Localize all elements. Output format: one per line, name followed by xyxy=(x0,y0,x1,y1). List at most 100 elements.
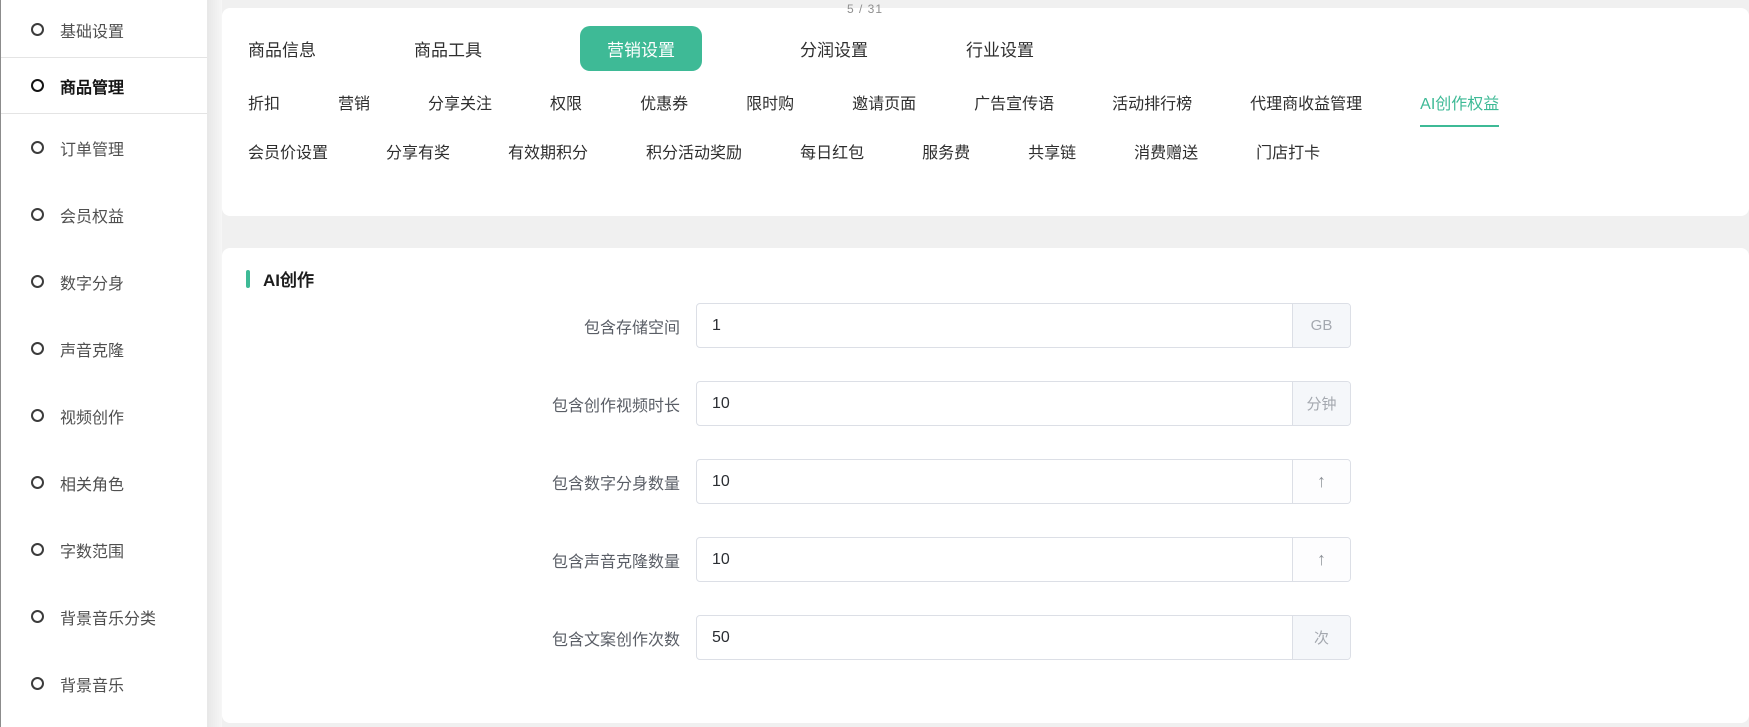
field-input-wrap: ↑ xyxy=(696,537,1351,582)
sidebar-item[interactable]: 背景音乐 xyxy=(1,650,207,717)
sub-tab[interactable]: 共享链 xyxy=(1028,139,1076,176)
sidebar-item[interactable]: 商品管理 xyxy=(1,58,207,114)
sub-tab[interactable]: 服务费 xyxy=(922,139,970,176)
sub-tab-label: 广告宣传语 xyxy=(974,96,1054,113)
sub-tab-label: 活动排行榜 xyxy=(1112,96,1192,113)
sub-tab[interactable]: 分享有奖 xyxy=(386,139,450,176)
form-rows: 包含存储空间 GB 包含创作视频时长 分钟 包含数字分身数量 ↑ xyxy=(246,303,1749,660)
sub-tab-label: 积分活动奖励 xyxy=(646,145,742,162)
sub-tab-label: 门店打卡 xyxy=(1256,145,1320,162)
sub-tab-label: 邀请页面 xyxy=(852,96,916,113)
sidebar-item[interactable]: 背景音乐分类 xyxy=(1,583,207,650)
radio-circle-icon xyxy=(31,610,44,623)
sub-tab-label: 消费赠送 xyxy=(1134,145,1198,162)
sub-tab-label: 折扣 xyxy=(248,96,280,113)
main-tab[interactable]: 分润设置 xyxy=(800,36,868,61)
main-tab[interactable]: 行业设置 xyxy=(966,36,1034,61)
sidebar-item-label: 背景音乐 xyxy=(60,672,124,696)
main-tab[interactable]: 营销设置 xyxy=(580,26,702,71)
field-label: 包含文案创作次数 xyxy=(246,626,696,650)
sub-tab[interactable]: 积分活动奖励 xyxy=(646,139,742,176)
field-input[interactable] xyxy=(697,460,1292,503)
sidebar-item-label: 视频创作 xyxy=(60,404,124,428)
sub-tab[interactable]: 邀请页面 xyxy=(852,90,916,127)
main-tab[interactable]: 商品信息 xyxy=(248,36,316,61)
sub-tab[interactable]: 折扣 xyxy=(248,90,280,127)
field-input[interactable] xyxy=(697,538,1292,581)
sidebar-item-label: 背景音乐分类 xyxy=(60,605,156,629)
sub-tab[interactable]: 广告宣传语 xyxy=(974,90,1054,127)
sidebar-item-label: 数字分身 xyxy=(60,270,124,294)
sidebar-item[interactable]: 视频创作 xyxy=(1,382,207,449)
main-tab-bar: 商品信息 商品工具 营销设置 分润设置 行业设置 xyxy=(248,28,1749,68)
sub-tab-label: 共享链 xyxy=(1028,145,1076,162)
form-row: 包含数字分身数量 ↑ xyxy=(246,459,1749,504)
form-row: 包含存储空间 GB xyxy=(246,303,1749,348)
sub-tab-label: 分享有奖 xyxy=(386,145,450,162)
sub-tab[interactable]: 会员价设置 xyxy=(248,139,328,176)
field-input-wrap: ↑ xyxy=(696,459,1351,504)
sub-tab[interactable]: 有效期积分 xyxy=(508,139,588,176)
sub-tab-label: 权限 xyxy=(550,96,582,113)
radio-circle-icon xyxy=(31,342,44,355)
sidebar-item[interactable]: 基础设置 xyxy=(1,2,207,58)
field-input-wrap: 分钟 xyxy=(696,381,1351,426)
sidebar-item-label: 字数范围 xyxy=(60,538,124,562)
radio-circle-icon xyxy=(31,23,44,36)
stepper-up-button[interactable]: ↑ xyxy=(1292,538,1350,581)
main-tab[interactable]: 商品工具 xyxy=(414,36,482,61)
sub-tab-label: 代理商收益管理 xyxy=(1250,96,1362,113)
section-marker xyxy=(246,270,250,288)
radio-circle-icon xyxy=(31,409,44,422)
unit-suffix-times: 次 xyxy=(1292,616,1350,659)
stepper-up-button[interactable]: ↑ xyxy=(1292,460,1350,503)
sub-tab[interactable]: 权限 xyxy=(550,90,582,127)
sub-tab[interactable]: 优惠券 xyxy=(640,90,688,127)
sidebar-item[interactable]: 字数范围 xyxy=(1,516,207,583)
field-label: 包含数字分身数量 xyxy=(246,470,696,494)
radio-circle-icon xyxy=(31,275,44,288)
sub-tab[interactable]: 每日红包 xyxy=(800,139,864,176)
sidebar-item-label: 商品管理 xyxy=(60,74,124,98)
sub-tab-label: 优惠券 xyxy=(640,96,688,113)
section-title: AI创作 xyxy=(263,266,314,291)
field-input[interactable] xyxy=(697,382,1292,425)
field-input-wrap: 次 xyxy=(696,615,1351,660)
field-label: 包含声音克隆数量 xyxy=(246,548,696,572)
field-input[interactable] xyxy=(697,304,1292,347)
sub-tab-bar-row1: 折扣 营销 分享关注 权限 优惠券 限时购 邀请页面 广告宣传语 活动排行榜 xyxy=(248,90,1749,127)
sub-tab[interactable]: 门店打卡 xyxy=(1256,139,1320,176)
sidebar-item-label: 基础设置 xyxy=(60,18,124,42)
radio-circle-icon xyxy=(31,476,44,489)
main-tab-label: 营销设置 xyxy=(607,41,675,60)
field-input[interactable] xyxy=(697,616,1292,659)
sub-tab-label: 有效期积分 xyxy=(508,145,588,162)
sub-tab-label: 服务费 xyxy=(922,145,970,162)
sub-tab[interactable]: 代理商收益管理 xyxy=(1250,90,1362,127)
form-row: 包含声音克隆数量 ↑ xyxy=(246,537,1749,582)
sidebar-item-label: 订单管理 xyxy=(60,136,124,160)
main-content: 5 / 31 商品信息 商品工具 营销设置 分润设置 行业设置 折扣 营销 xyxy=(222,0,1749,727)
sub-tab[interactable]: 营销 xyxy=(338,90,370,127)
form-row: 包含创作视频时长 分钟 xyxy=(246,381,1749,426)
page-indicator: 5 / 31 xyxy=(847,2,883,16)
scrollbar-track[interactable] xyxy=(207,0,222,727)
sub-tab[interactable]: 分享关注 xyxy=(428,90,492,127)
unit-suffix-minutes: 分钟 xyxy=(1292,382,1350,425)
form-card: AI创作 包含存储空间 GB 包含创作视频时长 分钟 包含数字分身数量 xyxy=(222,248,1749,723)
radio-circle-icon xyxy=(31,208,44,221)
sidebar-item[interactable]: 相关角色 xyxy=(1,449,207,516)
sub-tab[interactable]: 限时购 xyxy=(746,90,794,127)
sidebar-item[interactable]: 声音克隆 xyxy=(1,315,207,382)
sub-tab[interactable]: 消费赠送 xyxy=(1134,139,1198,176)
sub-tab[interactable]: AI创作权益 xyxy=(1420,90,1499,127)
sidebar-item[interactable]: 数字分身 xyxy=(1,248,207,315)
main-tab-label: 商品工具 xyxy=(414,41,482,60)
field-label: 包含存储空间 xyxy=(246,314,696,338)
sidebar-item-label: 相关角色 xyxy=(60,471,124,495)
sidebar-item[interactable]: 订单管理 xyxy=(1,114,207,181)
radio-circle-icon xyxy=(31,79,44,92)
unit-suffix-gb: GB xyxy=(1292,304,1350,347)
sub-tab[interactable]: 活动排行榜 xyxy=(1112,90,1192,127)
sidebar-item[interactable]: 会员权益 xyxy=(1,181,207,248)
